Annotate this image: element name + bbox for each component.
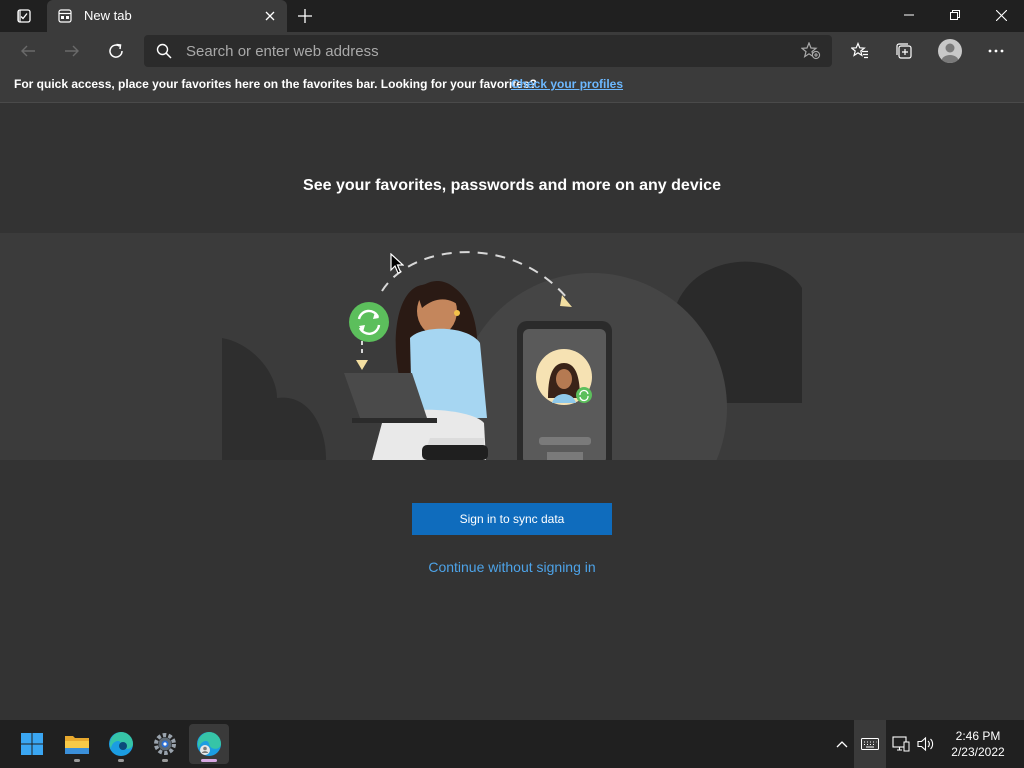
keyboard-icon: [861, 738, 879, 750]
collections-icon: [896, 43, 912, 59]
search-icon: [156, 43, 172, 59]
minimize-icon: [904, 14, 914, 16]
taskbar-settings[interactable]: [145, 724, 185, 764]
restore-button[interactable]: [932, 0, 978, 30]
more-icon: [988, 49, 1004, 53]
refresh-button[interactable]: [101, 36, 131, 66]
search-input[interactable]: [186, 39, 786, 63]
favorites-bar-message: For quick access, place your favorites h…: [14, 77, 537, 91]
restore-icon: [950, 10, 960, 20]
arrow-right-icon: [65, 45, 79, 57]
sync-illustration: [222, 251, 802, 460]
collections-button[interactable]: [889, 36, 919, 66]
tab-title: New tab: [84, 8, 132, 23]
continue-without-signin-link[interactable]: Continue without signing in: [0, 559, 1024, 575]
minimize-button[interactable]: [886, 0, 932, 30]
tab-new-tab[interactable]: New tab: [47, 0, 287, 32]
network-icon: [892, 736, 910, 752]
forward-button[interactable]: [57, 36, 87, 66]
sync-prompt-page: See your favorites, passwords and more o…: [0, 103, 1024, 720]
windows-start-icon: [21, 733, 43, 755]
settings-and-more-button[interactable]: [981, 36, 1011, 66]
illustration-band: [0, 233, 1024, 460]
profile-icon: [941, 43, 959, 63]
edge-icon: [109, 732, 133, 756]
edge-profile-icon: [197, 732, 221, 756]
page-headline: See your favorites, passwords and more o…: [303, 177, 721, 194]
new-tab-page-icon: [58, 9, 72, 23]
title-bar: New tab: [0, 0, 1024, 32]
volume-button[interactable]: [914, 720, 938, 768]
check-profiles-link[interactable]: Check your profiles: [511, 77, 623, 91]
clock-time: 2:46 PM: [955, 729, 1001, 743]
network-button[interactable]: [890, 720, 912, 768]
taskbar-file-explorer[interactable]: [57, 724, 97, 764]
clock-date: 2/23/2022: [951, 745, 1005, 759]
running-indicator: [118, 759, 124, 762]
refresh-icon: [109, 43, 123, 58]
taskbar: 2:46 PM 2/23/2022: [0, 720, 1024, 768]
tab-actions-button[interactable]: [8, 6, 40, 26]
close-icon: [265, 11, 275, 21]
touch-keyboard-button[interactable]: [854, 720, 886, 768]
new-tab-button[interactable]: [294, 5, 316, 27]
address-bar[interactable]: [144, 35, 832, 67]
mouse-cursor-icon: [390, 253, 404, 274]
favorites-button[interactable]: [845, 36, 875, 66]
back-button[interactable]: [13, 36, 43, 66]
start-button[interactable]: [12, 724, 52, 764]
favorites-icon: [851, 42, 868, 59]
active-indicator: [201, 759, 217, 762]
volume-icon: [917, 736, 934, 752]
settings-icon: [154, 733, 176, 755]
close-tab-button[interactable]: [262, 8, 278, 24]
close-window-button[interactable]: [978, 0, 1024, 30]
plus-icon: [298, 9, 312, 23]
navigation-toolbar: [0, 32, 1024, 70]
close-icon: [995, 9, 1007, 21]
sign-in-sync-button[interactable]: Sign in to sync data: [412, 503, 612, 535]
profile-avatar[interactable]: [938, 39, 962, 63]
show-hidden-icons-button[interactable]: [832, 720, 852, 768]
taskbar-edge[interactable]: [101, 724, 141, 764]
file-explorer-icon: [65, 736, 89, 754]
taskbar-clock[interactable]: 2:46 PM 2/23/2022: [940, 728, 1016, 760]
running-indicator: [74, 759, 80, 762]
arrow-left-icon: [21, 45, 35, 57]
favorites-bar: For quick access, place your favorites h…: [0, 70, 1024, 103]
running-indicator: [162, 759, 168, 762]
taskbar-edge-profile[interactable]: [189, 724, 229, 764]
tab-actions-icon: [17, 9, 31, 23]
add-favorite-icon[interactable]: [801, 42, 821, 60]
chevron-up-icon: [836, 741, 848, 748]
